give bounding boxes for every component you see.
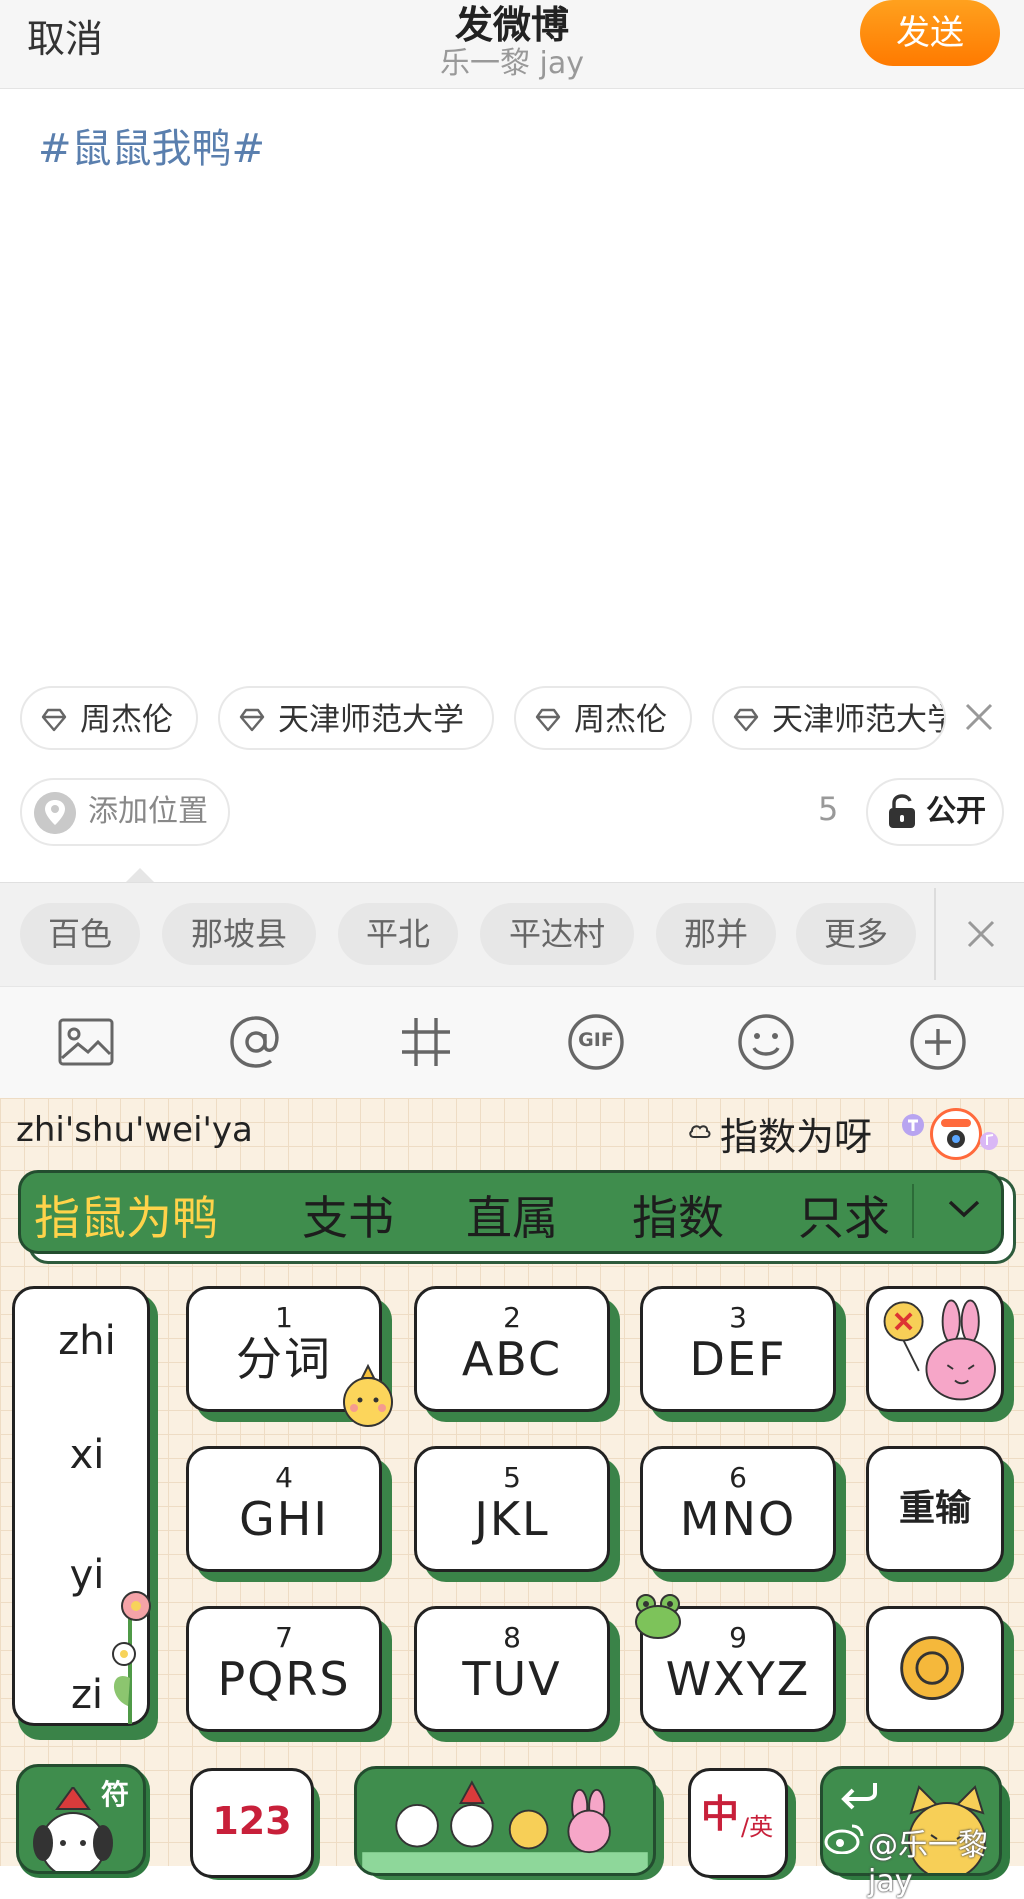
diamond-icon: [535, 708, 561, 732]
flower-sticker-icon: [112, 1591, 151, 1724]
topic-chip[interactable]: 天津师范大学: [712, 686, 946, 750]
key-number: 3: [729, 1301, 747, 1334]
key-2-abc[interactable]: 2 ABC: [414, 1286, 610, 1412]
close-icon[interactable]: [962, 700, 996, 734]
key-6-mno[interactable]: 6 MNO: [640, 1446, 836, 1572]
divider: [934, 888, 936, 980]
return-arrow-icon: [841, 1783, 877, 1810]
key-letters: JKL: [474, 1492, 550, 1546]
location-suggestion[interactable]: 百色: [20, 903, 140, 965]
watermark: @乐一黎jay: [868, 1828, 988, 1899]
key-5-jkl[interactable]: 5 JKL: [414, 1446, 610, 1572]
candidate-word[interactable]: 直属: [466, 1182, 558, 1248]
space-key[interactable]: [866, 1606, 1004, 1732]
divider: [912, 1184, 914, 1238]
plus-icon[interactable]: [908, 1012, 968, 1072]
bunny-balloon-sticker-icon: [883, 1299, 996, 1401]
add-location-label: 添加位置: [88, 794, 208, 829]
compose-text-area[interactable]: #鼠鼠我鸭#: [38, 116, 265, 174]
spacebar-key[interactable]: [354, 1766, 656, 1876]
syllable-option[interactable]: xi: [12, 1432, 162, 1478]
music-note-icon: [980, 1132, 998, 1150]
compose-toolbar: [0, 986, 1024, 1099]
key-3-def[interactable]: 3 DEF: [640, 1286, 836, 1412]
key-7-pqrs[interactable]: 7 PQRS: [186, 1606, 382, 1732]
key-letters: WXYZ: [665, 1652, 811, 1706]
candidate-word[interactable]: 指数: [632, 1182, 724, 1248]
at-icon[interactable]: [226, 1012, 286, 1072]
diamond-icon: [733, 708, 759, 732]
topic-chip[interactable]: 周杰伦: [20, 686, 198, 750]
key-letters: DEF: [689, 1332, 787, 1386]
gif-label: GIF: [578, 1029, 614, 1051]
location-suggestion[interactable]: 那并: [656, 903, 776, 965]
gif-icon[interactable]: GIF: [566, 1012, 626, 1072]
retype-key[interactable]: 重输: [866, 1446, 1004, 1572]
image-icon[interactable]: [56, 1012, 116, 1072]
pointer-arrow: [126, 868, 154, 882]
topic-chip[interactable]: 天津师范大学: [218, 686, 494, 750]
egg-icon: [900, 1636, 965, 1700]
location-suggestion[interactable]: 平达村: [480, 903, 634, 965]
key-number: 5: [503, 1461, 521, 1494]
frog-sticker-icon: [635, 1594, 681, 1639]
location-suggestion-more[interactable]: 更多: [796, 903, 916, 965]
animal-friends-sticker-icon: [362, 1780, 648, 1873]
mascot-face-icon: [941, 1119, 971, 1148]
location-suggestion[interactable]: 那坡县: [162, 903, 316, 965]
chick-sticker-icon: [343, 1363, 393, 1427]
key-number: 7: [275, 1621, 293, 1654]
unlock-icon: [889, 794, 915, 828]
syllable-option[interactable]: zhi: [12, 1318, 162, 1364]
candidate-word[interactable]: 只求: [798, 1182, 890, 1248]
diamond-icon: [41, 708, 67, 732]
location-suggestion[interactable]: 平北: [338, 903, 458, 965]
topic-chip-label: 周杰伦: [574, 702, 667, 738]
key-letters: GHI: [239, 1492, 329, 1546]
weibo-logo-icon: [824, 1824, 864, 1854]
chevron-down-icon[interactable]: [946, 1196, 982, 1220]
pinyin-composition: zhi'shu'wei'ya: [16, 1110, 253, 1150]
key-4-ghi[interactable]: 4 GHI: [186, 1446, 382, 1572]
location-pin-icon: [34, 792, 76, 834]
key-8-tuv[interactable]: 8 TUV: [414, 1606, 610, 1732]
mascot-sticker-icon: [930, 1108, 982, 1160]
topic-chip-label: 天津师范大学: [278, 702, 464, 738]
close-icon[interactable]: [965, 918, 997, 950]
badge-sticker-icon: [902, 1114, 924, 1136]
emoji-icon[interactable]: [736, 1012, 796, 1072]
key-number: 1: [275, 1301, 293, 1334]
key-letters: TUV: [462, 1652, 562, 1706]
key-number: 6: [729, 1461, 747, 1494]
delete-key[interactable]: [866, 1286, 1004, 1412]
topic-chip[interactable]: 周杰伦: [514, 686, 692, 750]
visibility-label: 公开: [926, 794, 986, 829]
visibility-button[interactable]: 公开: [866, 778, 1004, 846]
add-location-button[interactable]: 添加位置: [20, 778, 230, 846]
send-button[interactable]: 发送: [860, 0, 1000, 66]
diamond-icon: [239, 708, 265, 732]
counter: 5: [818, 790, 839, 828]
key-letters: PQRS: [217, 1652, 351, 1706]
hashtag-icon[interactable]: [396, 1012, 456, 1072]
lang-en-label: /英: [741, 1813, 774, 1841]
cloud-prediction[interactable]: 指数为呀: [720, 1106, 872, 1161]
symbol-key[interactable]: 符: [16, 1764, 146, 1874]
candidate-word-selected[interactable]: 指鼠为鸭: [34, 1182, 218, 1248]
topic-chip-label: 天津师范大学: [772, 702, 946, 738]
lang-zh-label: 中: [701, 1792, 740, 1836]
key-number: 2: [503, 1301, 521, 1334]
numbers-key[interactable]: 123: [190, 1768, 314, 1878]
key-letters: MNO: [679, 1492, 797, 1546]
key-number: 8: [503, 1621, 521, 1654]
language-switch-key[interactable]: 中 /英: [688, 1768, 788, 1878]
dog-sticker-icon: [33, 1787, 113, 1871]
topic-chip-label: 周杰伦: [80, 702, 173, 738]
candidate-word[interactable]: 支书: [302, 1182, 394, 1248]
key-letters: ABC: [461, 1332, 563, 1386]
key-number: 4: [275, 1461, 293, 1494]
cloud-icon: [689, 1125, 711, 1138]
